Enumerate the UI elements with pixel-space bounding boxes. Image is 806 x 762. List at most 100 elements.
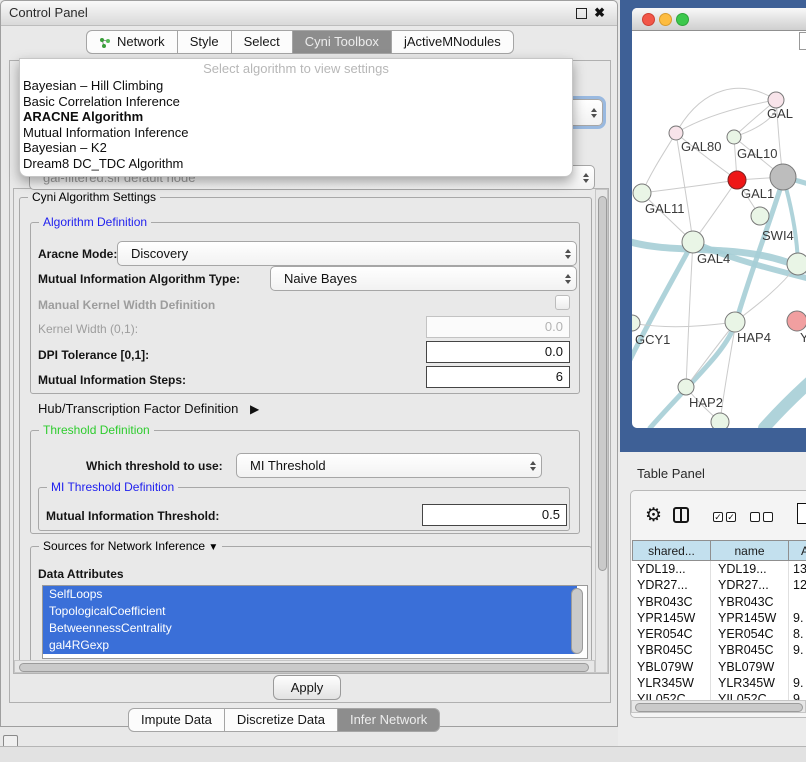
zoom-traffic-light-icon[interactable] bbox=[676, 13, 689, 26]
table-cell[interactable]: 12 bbox=[793, 577, 806, 593]
network-node-green[interactable] bbox=[682, 231, 704, 253]
tab-jactivemnodules[interactable]: jActiveMNodules bbox=[391, 30, 514, 54]
algorithm-option[interactable]: Mutual Information Inference bbox=[20, 125, 572, 141]
table-row[interactable]: YBL079W YBL079W bbox=[631, 659, 806, 675]
table-cell[interactable]: YBL079W bbox=[637, 659, 693, 675]
algorithm-option[interactable]: Dream8 DC_TDC Algorithm bbox=[20, 156, 572, 172]
table-cell[interactable]: YBR045C bbox=[718, 642, 774, 658]
table-cell[interactable]: YBR043C bbox=[637, 594, 693, 610]
table-cell[interactable]: YER054C bbox=[718, 626, 774, 642]
table-cell[interactable]: 8. bbox=[793, 626, 803, 642]
mi-threshold-input[interactable]: 0.5 bbox=[422, 504, 567, 526]
apply-button[interactable]: Apply bbox=[273, 675, 341, 700]
table-cell[interactable]: YDL19... bbox=[637, 561, 686, 577]
table-cell[interactable]: YBL079W bbox=[718, 659, 774, 675]
network-edge[interactable] bbox=[676, 88, 776, 133]
table-row[interactable]: YBR043C YBR043C bbox=[631, 594, 806, 610]
table-cell[interactable]: 9. bbox=[793, 610, 803, 626]
columns-icon[interactable] bbox=[673, 507, 689, 523]
network-node-salmon[interactable] bbox=[787, 311, 806, 331]
new-column-icon[interactable] bbox=[797, 503, 806, 524]
column-header-shared-name[interactable]: shared... bbox=[632, 540, 711, 561]
network-edge[interactable] bbox=[764, 380, 806, 428]
attribute-item[interactable]: TopologicalCoefficient bbox=[43, 603, 577, 620]
table-row[interactable]: YLR345WYLR345W9. bbox=[631, 675, 806, 691]
network-node-green[interactable] bbox=[725, 312, 745, 332]
list-scrollbar-thumb[interactable] bbox=[571, 588, 583, 654]
algorithm-option[interactable]: ARACNE Algorithm bbox=[20, 109, 572, 125]
vertical-scrollbar[interactable] bbox=[595, 189, 608, 673]
network-node-green[interactable] bbox=[787, 253, 806, 275]
dpi-tolerance-input[interactable]: 0.0 bbox=[426, 341, 570, 363]
network-node-pink[interactable] bbox=[669, 126, 683, 140]
table-row[interactable]: YER054CYER054C8. bbox=[631, 626, 806, 642]
network-node-green[interactable] bbox=[727, 130, 741, 144]
table-cell[interactable]: YDR27... bbox=[637, 577, 688, 593]
network-node-green[interactable] bbox=[751, 207, 769, 225]
settings-gear-icon[interactable]: ⚙ bbox=[645, 504, 662, 527]
network-node-green[interactable] bbox=[678, 379, 694, 395]
table-cell[interactable]: YIL052C bbox=[637, 691, 686, 700]
table-row[interactable]: YIL052C YIL052C 9 bbox=[631, 691, 806, 700]
network-edge[interactable] bbox=[632, 242, 693, 368]
column-header-clipped[interactable]: A bbox=[788, 540, 806, 561]
network-edge[interactable] bbox=[642, 133, 676, 193]
tab-style[interactable]: Style bbox=[177, 30, 232, 54]
attribute-item[interactable]: gal4RGexp bbox=[43, 637, 577, 654]
network-node-green[interactable] bbox=[711, 413, 729, 428]
table-cell[interactable]: YDR27... bbox=[718, 577, 769, 593]
table-cell[interactable]: YDL19... bbox=[718, 561, 767, 577]
hub-definition-expander[interactable]: Hub/Transcription Factor Definition ▶ bbox=[38, 401, 259, 416]
table-cell[interactable]: 13 bbox=[793, 561, 806, 577]
network-node-green[interactable] bbox=[632, 315, 640, 331]
select-all-checkbox-icon[interactable]: ✓✓ bbox=[713, 512, 736, 522]
network-canvas[interactable]: GALGAL80GAL10GAL1GAL11SWI4GAL4GCY1HAP4YH… bbox=[632, 30, 806, 428]
table-cell[interactable]: YIL052C bbox=[718, 691, 767, 700]
algorithm-option[interactable]: Bayesian – K2 bbox=[20, 140, 572, 156]
table-cell[interactable]: YPR145W bbox=[718, 610, 776, 626]
table-cell[interactable]: YBR045C bbox=[637, 642, 693, 658]
table-cell[interactable]: YLR345W bbox=[637, 675, 694, 691]
tab-cyni-toolbox[interactable]: Cyni Toolbox bbox=[292, 30, 392, 54]
table-row[interactable]: YPR145W YPR145W 9. bbox=[631, 610, 806, 626]
table-cell[interactable]: YBR043C bbox=[718, 594, 774, 610]
table-row[interactable]: YDR27... YDR27... 12 bbox=[631, 577, 806, 593]
tab-impute-data[interactable]: Impute Data bbox=[128, 708, 225, 732]
table-cell[interactable]: 9 bbox=[793, 691, 800, 700]
network-edge[interactable] bbox=[676, 100, 776, 133]
float-window-icon[interactable] bbox=[576, 8, 587, 19]
control-panel-titlebar[interactable]: Control Panel ✖ bbox=[1, 1, 617, 26]
horizontal-scrollbar[interactable] bbox=[14, 660, 595, 673]
table-horizontal-scrollbar[interactable] bbox=[631, 700, 806, 713]
manual-kernel-checkbox[interactable] bbox=[555, 295, 570, 310]
network-window-titlebar[interactable] bbox=[632, 8, 806, 31]
tab-select[interactable]: Select bbox=[231, 30, 293, 54]
table-cell[interactable]: 9. bbox=[793, 675, 803, 691]
attribute-item[interactable]: SelfLoops bbox=[43, 586, 577, 603]
algorithm-option[interactable]: Bayesian – Hill Climbing bbox=[20, 78, 572, 94]
algorithm-option[interactable]: Basic Correlation Inference bbox=[20, 94, 572, 110]
column-header-name[interactable]: name bbox=[710, 540, 789, 561]
table-row[interactable]: YBR045C YBR045C 9. bbox=[631, 642, 806, 658]
network-node-green[interactable] bbox=[633, 184, 651, 202]
table-row[interactable]: YDL19... YDL19... 13 bbox=[631, 561, 806, 577]
close-icon[interactable]: ✖ bbox=[594, 6, 605, 19]
deselect-all-checkbox-icon[interactable] bbox=[750, 512, 773, 522]
tab-infer-network[interactable]: Infer Network bbox=[337, 708, 440, 732]
sources-title[interactable]: Sources for Network Inference ▼ bbox=[39, 539, 222, 553]
network-edge[interactable] bbox=[642, 180, 737, 193]
mi-steps-input[interactable]: 6 bbox=[426, 366, 570, 388]
kernel-width-input[interactable]: 0.0 bbox=[426, 316, 570, 338]
table-cell[interactable]: 9. bbox=[793, 642, 803, 658]
table-cell[interactable]: YPR145W bbox=[637, 610, 695, 626]
network-edge[interactable] bbox=[686, 322, 736, 387]
which-threshold-combobox[interactable]: MI Threshold bbox=[236, 453, 542, 478]
attribute-item[interactable]: BetweennessCentrality bbox=[43, 620, 577, 637]
tab-network[interactable]: Network bbox=[86, 30, 178, 54]
aracne-mode-combobox[interactable]: Discovery bbox=[117, 241, 577, 266]
minimize-traffic-light-icon[interactable] bbox=[659, 13, 672, 26]
close-traffic-light-icon[interactable] bbox=[642, 13, 655, 26]
mi-type-combobox[interactable]: Naive Bayes bbox=[270, 266, 577, 291]
tab-discretize-data[interactable]: Discretize Data bbox=[224, 708, 338, 732]
network-edge[interactable] bbox=[686, 242, 693, 387]
